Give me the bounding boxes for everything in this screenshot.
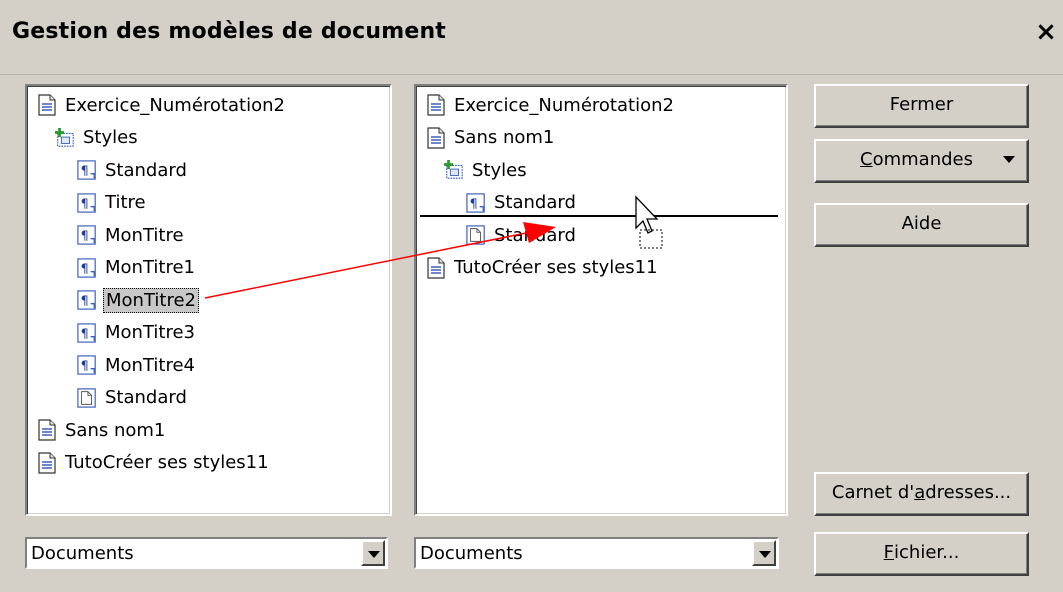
left-tree-item-label: TutoCréer ses styles11	[65, 452, 269, 473]
left-tree-item-label: Styles	[83, 127, 138, 148]
styles-folder-icon	[55, 127, 75, 149]
left-tree-item[interactable]: Exercice_Numérotation2	[37, 90, 287, 120]
document-icon	[426, 126, 446, 149]
aide-label: Aide	[901, 213, 942, 234]
commandes-button[interactable]: Commandes	[814, 139, 1029, 183]
page-style-icon	[77, 387, 97, 409]
document-icon	[37, 419, 57, 441]
title-bar: Gestion des modèles de document ×	[0, 0, 1063, 75]
left-tree-item-label: Titre	[105, 192, 146, 213]
left-documents-value: Documents	[31, 543, 134, 564]
svg-text:¶: ¶	[81, 293, 89, 308]
right-tree-item-label: TutoCréer ses styles11	[454, 257, 658, 278]
right-tree-item-label: Standard	[494, 192, 576, 213]
document-icon	[37, 94, 57, 116]
left-tree-item-label: MonTitre3	[105, 322, 195, 343]
styles-folder-icon	[444, 159, 464, 181]
paragraph-style-icon: ¶	[77, 224, 97, 246]
paragraph-style-icon: ¶	[77, 354, 97, 376]
left-tree-item[interactable]: Standard	[77, 383, 189, 413]
right-tree-item[interactable]: Standard	[466, 220, 578, 250]
right-documents-select[interactable]: Documents	[414, 537, 779, 569]
svg-text:¶: ¶	[81, 228, 89, 243]
right-documents-value: Documents	[420, 543, 523, 564]
svg-text:¶: ¶	[81, 195, 89, 210]
close-icon[interactable]: ×	[1032, 18, 1060, 46]
svg-text:¶: ¶	[470, 195, 478, 210]
document-icon	[426, 256, 446, 279]
aide-button[interactable]: Aide	[814, 203, 1029, 247]
paragraph-style-icon: ¶	[77, 289, 97, 311]
right-tree-item[interactable]: TutoCréer ses styles11	[426, 253, 660, 283]
svg-text:¶: ¶	[81, 163, 89, 178]
fermer-button[interactable]: Fermer	[814, 84, 1029, 128]
svg-text:¶: ¶	[81, 325, 89, 340]
left-documents-select[interactable]: Documents	[25, 537, 388, 569]
paragraph-style-icon: ¶	[77, 159, 97, 181]
paragraph-style-icon: ¶	[77, 192, 97, 214]
left-template-list[interactable]: Exercice_Numérotation2 Styles ¶ Standard ¶ Ti…	[25, 84, 392, 516]
fichier-button[interactable]: Fichier...	[814, 532, 1029, 576]
svg-text:¶: ¶	[81, 358, 89, 373]
left-tree-item[interactable]: ¶ MonTitre2	[77, 285, 199, 315]
right-tree-item[interactable]: Exercice_Numérotation2	[426, 90, 676, 120]
left-tree-item[interactable]: ¶ MonTitre3	[77, 318, 197, 348]
dropdown-arrow-icon[interactable]	[361, 540, 385, 566]
right-tree-item-label: Standard	[494, 224, 576, 246]
right-tree-item-label: Sans nom1	[454, 127, 555, 148]
carnet-adresses-label: Carnet d'adresses...	[831, 482, 1012, 503]
left-tree-item[interactable]: ¶ Titre	[77, 188, 148, 218]
right-tree-item[interactable]: ¶ Standard	[466, 188, 578, 218]
left-tree-item[interactable]: TutoCréer ses styles11	[37, 448, 271, 478]
right-tree-item[interactable]: Sans nom1	[426, 123, 556, 153]
page-style-icon	[466, 224, 486, 246]
dropdown-arrow-icon[interactable]	[752, 540, 776, 566]
left-tree-item-label: Exercice_Numérotation2	[65, 94, 285, 116]
left-tree-item[interactable]: Styles	[55, 123, 140, 153]
document-icon	[37, 451, 57, 474]
right-tree-item[interactable]: Styles	[444, 155, 529, 185]
left-tree-item-label: Standard	[105, 387, 187, 408]
left-tree-item-label: MonTitre2	[103, 287, 199, 313]
right-tree-item-label: Exercice_Numérotation2	[454, 94, 674, 116]
left-tree-item-label: MonTitre1	[105, 257, 195, 278]
document-icon	[426, 94, 446, 116]
right-tree-item-label: Styles	[472, 159, 527, 181]
left-tree-item-label: Sans nom1	[65, 419, 166, 441]
left-tree-item-label: MonTitre4	[105, 354, 195, 376]
commandes-label: Commandes	[860, 149, 973, 170]
fichier-label: Fichier...	[883, 542, 960, 563]
left-tree-item[interactable]: ¶ MonTitre1	[77, 253, 197, 283]
fermer-label: Fermer	[889, 94, 954, 115]
left-tree-item[interactable]: ¶ MonTitre	[77, 220, 186, 250]
left-tree-item[interactable]: Sans nom1	[37, 415, 167, 445]
right-template-list[interactable]: Exercice_Numérotation2 Sans nom1 Styles ¶ St…	[414, 84, 788, 516]
window-title: Gestion des modèles de document	[12, 19, 447, 44]
carnet-adresses-button[interactable]: Carnet d'adresses...	[814, 472, 1029, 516]
paragraph-style-icon: ¶	[466, 192, 486, 214]
left-tree-item[interactable]: ¶ MonTitre4	[77, 350, 197, 380]
svg-text:¶: ¶	[81, 260, 89, 275]
left-tree-item[interactable]: ¶ Standard	[77, 155, 189, 185]
paragraph-style-icon: ¶	[77, 322, 97, 344]
left-tree-item-label: Standard	[105, 159, 187, 181]
chevron-down-icon	[1003, 156, 1015, 163]
paragraph-style-icon: ¶	[77, 257, 97, 279]
left-tree-item-label: MonTitre	[105, 224, 184, 246]
